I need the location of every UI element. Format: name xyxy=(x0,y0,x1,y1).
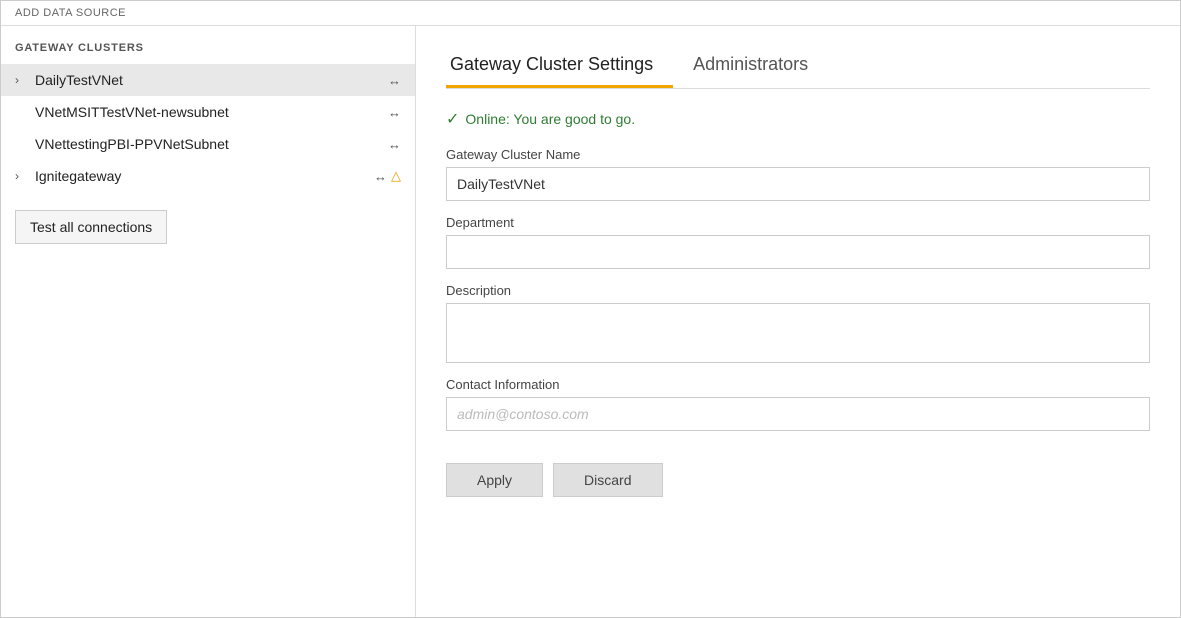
gateway-cluster-name-section: Gateway Cluster Name xyxy=(446,147,1150,201)
sidebar: GATEWAY CLUSTERS › DailyTestVNet ↔ › VNetMSI… xyxy=(1,26,416,617)
network-icon: ↔ xyxy=(388,105,401,120)
description-label: Description xyxy=(446,283,1150,298)
network-icon: ↔ xyxy=(388,73,401,88)
status-text: Online: You are good to go. xyxy=(465,111,635,127)
apply-button[interactable]: Apply xyxy=(446,463,543,497)
department-input[interactable] xyxy=(446,235,1150,269)
network-icon: ↔ xyxy=(388,137,401,152)
gateway-clusters-title: GATEWAY CLUSTERS xyxy=(1,42,415,64)
discard-button[interactable]: Discard xyxy=(553,463,662,497)
sidebar-item-vnet-testing[interactable]: ›VNettestingPBI-PPVNetSubnet↔ xyxy=(1,128,415,160)
tabs-bar: Gateway Cluster Settings Administrators xyxy=(446,46,1150,89)
cluster-list: › DailyTestVNet ↔ › VNetMSITTestVNet-newsubn… xyxy=(1,64,415,192)
network-icon: ↔ xyxy=(374,169,387,184)
cluster-label: VNettestingPBI-PPVNetSubnet xyxy=(35,136,382,152)
contact-info-label: Contact Information xyxy=(446,377,1150,392)
cluster-label: DailyTestVNet xyxy=(35,72,382,88)
cluster-label: Ignitegateway xyxy=(35,168,368,184)
sidebar-item-daily-test-vnet[interactable]: › DailyTestVNet ↔ xyxy=(1,64,415,96)
top-bar: ADD DATA SOURCE xyxy=(1,1,1180,26)
department-section: Department xyxy=(446,215,1150,269)
status-line: ✓ Online: You are good to go. xyxy=(446,109,1150,129)
right-panel: Gateway Cluster Settings Administrators … xyxy=(416,26,1180,617)
warning-icon: △ xyxy=(391,168,401,184)
description-input[interactable] xyxy=(446,303,1150,363)
chevron-icon: › xyxy=(15,73,31,87)
gateway-cluster-name-input[interactable] xyxy=(446,167,1150,201)
top-bar-label: ADD DATA SOURCE xyxy=(15,7,126,19)
form-buttons: Apply Discard xyxy=(446,463,1150,497)
contact-info-input[interactable] xyxy=(446,397,1150,431)
gateway-cluster-name-label: Gateway Cluster Name xyxy=(446,147,1150,162)
test-all-connections-button[interactable]: Test all connections xyxy=(15,210,167,244)
tab-administrators[interactable]: Administrators xyxy=(689,46,828,88)
tab-gateway-cluster-settings[interactable]: Gateway Cluster Settings xyxy=(446,46,673,88)
sidebar-item-vnet-msit[interactable]: ›VNetMSITTestVNet-newsubnet↔ xyxy=(1,96,415,128)
description-section: Description xyxy=(446,283,1150,363)
status-check-icon: ✓ xyxy=(446,109,459,129)
chevron-icon: › xyxy=(15,169,31,183)
department-label: Department xyxy=(446,215,1150,230)
sidebar-item-ignite-gateway[interactable]: › Ignitegateway ↔ △ xyxy=(1,160,415,192)
cluster-label: VNetMSITTestVNet-newsubnet xyxy=(35,104,382,120)
contact-info-section: Contact Information xyxy=(446,377,1150,431)
